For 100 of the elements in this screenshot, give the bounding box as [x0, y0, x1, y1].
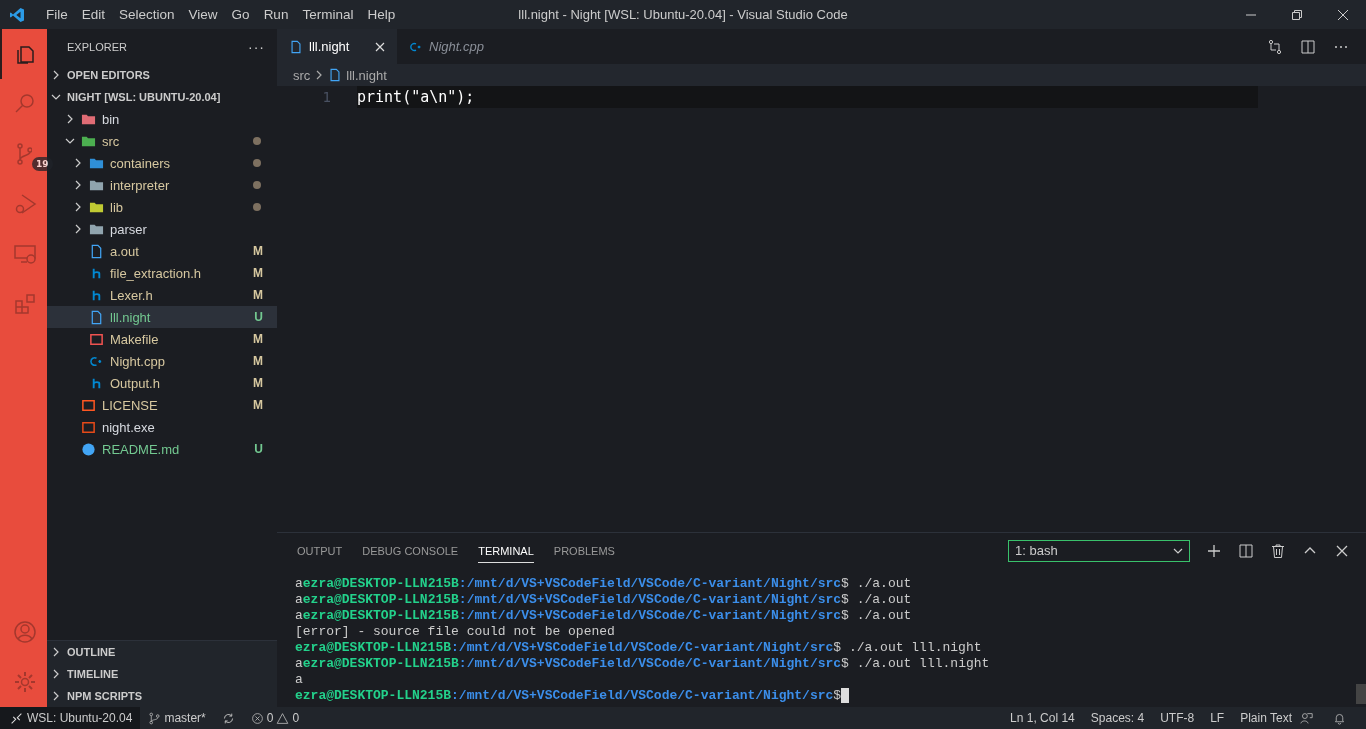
editor-tab[interactable]: Night.cpp: [397, 29, 517, 64]
file-tree-item[interactable]: a.out M: [47, 240, 277, 262]
menu-item[interactable]: Edit: [74, 7, 113, 22]
sidebar-title: EXPLORER: [67, 40, 127, 53]
terminal-line: a: [295, 671, 304, 687]
modified-dot: [253, 203, 261, 211]
line-number: 1: [321, 89, 332, 105]
menu-item[interactable]: Help: [360, 7, 403, 22]
close-icon[interactable]: [1337, 8, 1349, 21]
problems-indicator[interactable]: 0 0: [242, 711, 308, 725]
sync-icon[interactable]: [221, 711, 235, 725]
file-name: file_extraction.h: [110, 265, 203, 281]
app-logo-icon: [9, 6, 25, 23]
file-name: parser: [110, 221, 148, 237]
status-item[interactable]: Ln 1, Col 14: [1002, 711, 1083, 725]
file-tree-item[interactable]: Output.h M: [47, 372, 277, 394]
feedback-icon[interactable]: [1300, 711, 1313, 725]
git-status: U: [254, 442, 263, 456]
close-icon[interactable]: [375, 41, 385, 52]
branch-indicator[interactable]: master*: [140, 711, 214, 725]
menu-item[interactable]: View: [181, 7, 225, 22]
file-name: Output.h: [110, 375, 161, 391]
file-tree-item[interactable]: file_extraction.h M: [47, 262, 277, 284]
split-editor-icon[interactable]: [1300, 38, 1316, 55]
file-tree-item[interactable]: night.exe: [47, 416, 277, 438]
section-header[interactable]: OPEN EDITORS: [47, 64, 277, 86]
file-name: LICENSE: [102, 397, 159, 413]
status-item[interactable]: Plain Text: [1232, 711, 1300, 725]
file-tree-item[interactable]: bin: [47, 108, 277, 130]
file-tree-item[interactable]: lll.night U: [47, 306, 277, 328]
branch-icon: [148, 711, 162, 725]
file-icon: [289, 39, 303, 54]
breadcrumb-item[interactable]: lll.night: [346, 67, 387, 83]
panel-tab[interactable]: TERMINAL: [478, 538, 534, 563]
panel-tab[interactable]: OUTPUT: [297, 538, 343, 563]
chevron-icon: [51, 647, 61, 657]
menu-item[interactable]: Run: [256, 7, 296, 22]
modified-dot: [253, 181, 261, 189]
file-name: lib: [110, 199, 124, 215]
section-header[interactable]: NPM SCRIPTS: [47, 685, 277, 707]
restore-icon[interactable]: [1291, 8, 1303, 21]
split-terminal-icon[interactable]: [1238, 542, 1254, 559]
remote-icon: [10, 711, 23, 725]
terminal-line: ezra@DESKTOP-LLN215B:/mnt/d/VS+VSCodeField/VSCode/C-variant/Night/src$ ./a.out lll.night: [295, 639, 983, 655]
file-tree-item[interactable]: LICENSE M: [47, 394, 277, 416]
git-status: M: [253, 354, 263, 368]
editor-tab[interactable]: lll.night: [277, 29, 397, 64]
terminal-line: aezra@DESKTOP-LLN215B:/mnt/d/VS+VSCodeField/VSCode/C-variant/Night/src$ ./a.out: [295, 607, 913, 623]
file-name: lll.night: [110, 309, 152, 325]
compare-changes-icon[interactable]: [1267, 38, 1283, 55]
menu-item[interactable]: Terminal: [295, 7, 361, 22]
file-name: Night.cpp: [110, 353, 166, 369]
git-status: M: [253, 398, 263, 412]
modified-dot: [253, 137, 261, 145]
window-title: lll.night - Night [WSL: Ubuntu-20.04] - Visual Studio Code: [518, 7, 848, 22]
file-tree-item[interactable]: lib: [47, 196, 277, 218]
terminal-line: aezra@DESKTOP-LLN215B:/mnt/d/VS+VSCodeField/VSCode/C-variant/Night/src$ ./a.out: [295, 575, 913, 591]
remote-indicator[interactable]: WSL: Ubuntu-20.04: [0, 707, 141, 729]
status-item[interactable]: Spaces: 4: [1082, 711, 1153, 725]
chevron-icon: [51, 70, 61, 80]
menu-item[interactable]: File: [39, 7, 75, 22]
section-header[interactable]: TIMELINE: [47, 663, 277, 685]
menu-item[interactable]: Selection: [112, 7, 182, 22]
file-name: Lexer.h: [110, 287, 154, 303]
file-tree-item[interactable]: Night.cpp M: [47, 350, 277, 372]
git-status: M: [253, 288, 263, 302]
terminal-line: aezra@DESKTOP-LLN215B:/mnt/d/VS+VSCodeField/VSCode/C-variant/Night/src$ ./a.out lll.night: [295, 655, 991, 671]
chevron-icon: [51, 92, 61, 102]
git-status: U: [254, 310, 263, 324]
file-tree-item[interactable]: README.md U: [47, 438, 277, 460]
git-status: M: [253, 266, 263, 280]
menu-item[interactable]: Go: [224, 7, 257, 22]
panel-tab[interactable]: PROBLEMS: [553, 538, 615, 563]
file-name: a.out: [110, 243, 140, 259]
new-terminal-icon[interactable]: [1206, 542, 1222, 559]
status-item[interactable]: UTF-8: [1152, 711, 1203, 725]
chevron-icon: [51, 669, 61, 679]
count-badge: 19: [32, 157, 53, 171]
terminal-dropdown[interactable]: 1: bash: [1008, 539, 1190, 562]
file-tree-item[interactable]: Lexer.h M: [47, 284, 277, 306]
file-tree-item[interactable]: parser: [47, 218, 277, 240]
file-tree-item[interactable]: src: [47, 130, 277, 152]
warning-icon: [276, 711, 290, 725]
file-name: README.md: [102, 441, 181, 457]
panel-tab[interactable]: DEBUG CONSOLE: [362, 538, 459, 563]
terminal-line: [error] - source file could not be opened: [295, 623, 616, 639]
more-actions-button[interactable]: ···: [248, 38, 265, 55]
section-header[interactable]: NIGHT [WSL: UBUNTU-20.04]: [47, 86, 277, 108]
breadcrumb-item[interactable]: src: [293, 67, 311, 83]
modified-dot: [253, 159, 261, 167]
file-name: Makefile: [110, 331, 160, 347]
section-header[interactable]: OUTLINE: [47, 641, 277, 663]
file-tree-item[interactable]: interpreter: [47, 174, 277, 196]
bell-icon[interactable]: [1333, 711, 1346, 725]
status-item[interactable]: LF: [1202, 711, 1233, 725]
file-tree-item[interactable]: Makefile M: [47, 328, 277, 350]
scrollbar-thumb[interactable]: [1356, 684, 1366, 704]
error-icon: [250, 711, 264, 725]
trash-icon[interactable]: [1270, 542, 1286, 559]
file-icon: [328, 68, 343, 82]
